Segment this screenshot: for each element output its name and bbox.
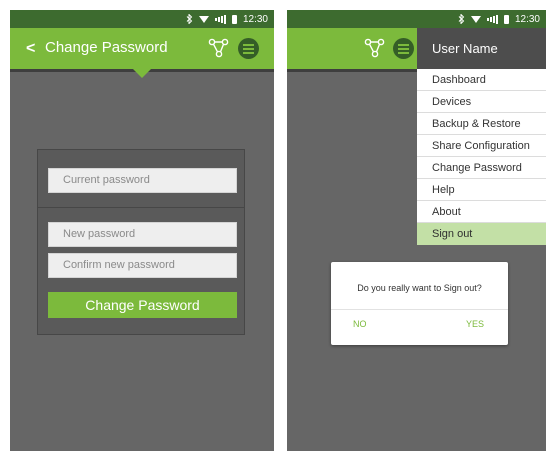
change-password-screen: 12:30 < Change Password Current password… (10, 10, 274, 451)
dialog-message: Do you really want to Sign out? (357, 283, 482, 293)
menu-item-devices[interactable]: Devices (417, 91, 546, 113)
status-time: 12:30 (514, 13, 540, 25)
menu-user-name: User Name (417, 28, 546, 69)
change-password-form: Current password New password Confirm ne… (37, 149, 245, 335)
app-bar: < Change Password (10, 28, 274, 69)
sign-out-screen: 12:30 User Name Dashboard Devices Backup… (287, 10, 546, 451)
dialog-no-button[interactable]: NO (353, 319, 367, 329)
signal-icon (214, 14, 226, 24)
change-password-button[interactable]: Change Password (48, 292, 237, 318)
status-bar: 12:30 (10, 10, 274, 28)
hamburger-menu-icon[interactable] (393, 38, 414, 59)
bluetooth-icon (186, 14, 193, 24)
form-divider (38, 207, 244, 208)
dialog-yes-button[interactable]: YES (466, 319, 484, 329)
hamburger-menu-icon[interactable] (238, 38, 259, 59)
current-password-field[interactable]: Current password (48, 168, 237, 193)
battery-icon (503, 14, 509, 24)
back-arrow-icon[interactable]: < (26, 40, 35, 58)
dialog-divider (331, 309, 508, 310)
battery-icon (231, 14, 237, 24)
menu-item-backup-restore[interactable]: Backup & Restore (417, 113, 546, 135)
menu-item-dashboard[interactable]: Dashboard (417, 69, 546, 91)
menu-item-about[interactable]: About (417, 201, 546, 223)
status-time: 12:30 (242, 13, 268, 25)
wifi-icon (198, 15, 209, 24)
share-config-icon[interactable] (364, 37, 386, 59)
new-password-field[interactable]: New password (48, 222, 237, 247)
wifi-icon (470, 15, 481, 24)
menu-pointer-icon (133, 69, 151, 78)
page-title: Change Password (45, 39, 168, 56)
signal-icon (486, 14, 498, 24)
status-bar: 12:30 (287, 10, 546, 28)
confirm-password-field[interactable]: Confirm new password (48, 253, 237, 278)
menu-item-sign-out[interactable]: Sign out (417, 223, 546, 245)
menu-item-change-password[interactable]: Change Password (417, 157, 546, 179)
nav-menu: Dashboard Devices Backup & Restore Share… (417, 69, 546, 245)
share-config-icon[interactable] (208, 37, 230, 59)
bluetooth-icon (458, 14, 465, 24)
sign-out-dialog: Do you really want to Sign out? NO YES (331, 262, 508, 345)
menu-item-share-configuration[interactable]: Share Configuration (417, 135, 546, 157)
menu-item-help[interactable]: Help (417, 179, 546, 201)
